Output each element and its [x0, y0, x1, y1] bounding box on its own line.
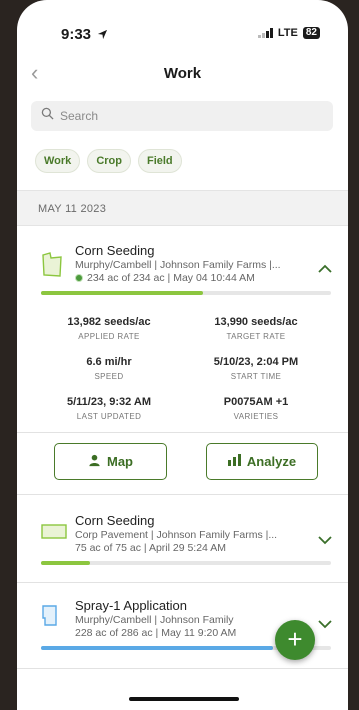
stat-label: LAST UPDATED: [76, 412, 142, 421]
work-card[interactable]: Corn Seeding Murphy/Cambell | Johnson Fa…: [17, 240, 348, 312]
divider: [17, 432, 348, 433]
progress-track: [41, 291, 331, 295]
stat-speed: 6.6 mi/hr SPEED: [39, 356, 179, 381]
bar-chart-icon: [227, 454, 241, 469]
card-subtitle: Murphy/Cambell | Johnson Family Farms |.…: [75, 259, 281, 271]
location-arrow-icon: [97, 27, 108, 44]
stat-value: 6.6 mi/hr: [86, 356, 132, 368]
progress-fill: [41, 646, 273, 650]
chevron-up-icon[interactable]: [318, 260, 332, 278]
stat-value: 13,982 seeds/ac: [67, 316, 151, 328]
card-meta-text: 234 ac of 234 ac | May 04 10:44 AM: [87, 272, 255, 284]
filter-chip-crop[interactable]: Crop: [87, 149, 131, 173]
card-title: Spray-1 Application: [75, 598, 188, 613]
card-meta-text: 228 ac of 286 ac | May 11 9:20 AM: [75, 627, 237, 639]
nav-bar: ‹ Work: [17, 58, 348, 88]
battery-icon: 82: [302, 27, 320, 39]
chevron-down-icon[interactable]: [318, 616, 332, 634]
stat-value: 5/10/23, 2:04 PM: [213, 356, 299, 368]
stat-label: SPEED: [94, 372, 124, 381]
stat-target-rate: 13,990 seeds/ac TARGET RATE: [186, 316, 326, 341]
stat-start-time: 5/10/23, 2:04 PM START TIME: [186, 356, 326, 381]
phone-screen: 9:33 LTE 82 ‹ Work Work Crop Field MAY 1…: [17, 0, 348, 710]
card-subtitle: Murphy/Cambell | Johnson Family: [75, 614, 234, 626]
network-label: LTE: [277, 27, 298, 39]
stat-label: APPLIED RATE: [78, 332, 140, 341]
field-icon: [41, 524, 67, 545]
card-meta: 228 ac of 286 ac | May 11 9:20 AM: [75, 627, 236, 639]
stat-last-updated: 5/11/23, 9:32 AM LAST UPDATED: [39, 396, 179, 421]
search-icon: [41, 107, 54, 125]
page-title: Work: [163, 65, 202, 82]
map-button-label: Map: [107, 454, 133, 469]
filter-chip-work[interactable]: Work: [35, 149, 81, 173]
progress-fill: [41, 561, 91, 565]
stat-value: 5/11/23, 9:32 AM: [67, 396, 151, 408]
status-time: 9:33: [61, 26, 108, 44]
stat-value: 13,990 seeds/ac: [214, 316, 298, 328]
divider: [17, 668, 348, 669]
search-input[interactable]: [60, 109, 290, 123]
search-bar[interactable]: [31, 101, 333, 131]
signal-icon: [257, 28, 273, 38]
add-button[interactable]: +: [275, 620, 315, 660]
stat-label: START TIME: [230, 372, 282, 381]
progress-track: [41, 561, 331, 565]
stat-varieties: P0075AM +1 VARIETIES: [186, 396, 326, 421]
field-icon: [41, 604, 59, 633]
clock: 9:33: [61, 26, 92, 43]
card-meta: 75 ac of 75 ac | April 29 5:24 AM: [75, 542, 226, 554]
status-indicators: LTE 82: [257, 27, 320, 39]
progress-fill: [41, 291, 204, 295]
card-title: Corn Seeding: [75, 243, 155, 258]
filter-chips: Work Crop Field: [35, 149, 182, 173]
stat-applied-rate: 13,982 seeds/ac APPLIED RATE: [39, 316, 179, 341]
stat-value: P0075AM +1: [223, 396, 289, 408]
card-subtitle: Corp Pavement | Johnson Family Farms |..…: [75, 529, 278, 541]
divider: [17, 494, 348, 495]
status-bar: 9:33 LTE 82: [17, 0, 348, 44]
card-meta-text: 75 ac of 75 ac | April 29 5:24 AM: [75, 542, 226, 554]
person-pin-icon: [88, 454, 101, 470]
plus-icon: +: [287, 624, 303, 654]
stat-label: TARGET RATE: [226, 332, 286, 341]
work-card[interactable]: Corn Seeding Corp Pavement | Johnson Fam…: [17, 510, 348, 580]
status-dot-icon: [75, 274, 83, 282]
analyze-button[interactable]: Analyze: [206, 443, 318, 480]
field-icon: [41, 252, 63, 283]
divider: [17, 582, 348, 583]
section-date: MAY 11 2023: [38, 203, 107, 215]
date-section-header: MAY 11 2023: [17, 190, 348, 226]
chevron-down-icon[interactable]: [318, 532, 332, 550]
map-button[interactable]: Map: [54, 443, 167, 480]
stat-label: VARIETIES: [233, 412, 279, 421]
analyze-button-label: Analyze: [246, 454, 297, 469]
home-indicator: [129, 697, 239, 701]
details-panel: 13,982 seeds/ac APPLIED RATE 13,990 seed…: [17, 316, 348, 436]
card-title: Corn Seeding: [75, 513, 155, 528]
filter-chip-field[interactable]: Field: [137, 149, 182, 173]
card-meta: 234 ac of 234 ac | May 04 10:44 AM: [75, 272, 255, 284]
